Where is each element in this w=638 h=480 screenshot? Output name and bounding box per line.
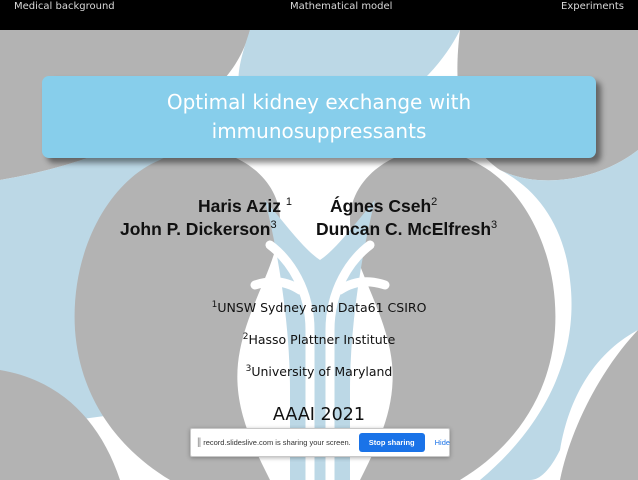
title-line-2: immunosuppressants — [211, 119, 427, 143]
presentation-title: Optimal kidney exchange with immunosuppr… — [149, 88, 489, 146]
title-box: Optimal kidney exchange with immunosuppr… — [42, 76, 596, 158]
stop-sharing-button[interactable]: Stop sharing — [358, 433, 425, 452]
author-john-dickerson: John P. Dickerson3 — [120, 219, 277, 239]
affiliation-1: 1UNSW Sydney and Data61 CSIRO — [211, 300, 427, 315]
drag-handle-icon[interactable]: || — [197, 437, 201, 448]
section-navbar: Medical background Mathematical model Ex… — [0, 0, 638, 30]
affiliation-3: 3University of Maryland — [245, 364, 393, 379]
screen-share-notification: || record.slideslive.com is sharing your… — [190, 428, 450, 457]
author-duncan-mcelfresh: Duncan C. McElfresh3 — [316, 219, 498, 239]
author-agnes-cseh: Ágnes Cseh2 — [330, 196, 438, 216]
author-haris-aziz: Haris Aziz 1 — [198, 196, 292, 216]
affiliation-2: 2Hasso Plattner Institute — [242, 332, 396, 347]
share-message: record.slideslive.com is sharing your sc… — [203, 438, 351, 447]
venue-label: AAAI 2021 — [272, 405, 366, 425]
nav-medical-background[interactable]: Medical background — [14, 1, 115, 12]
nav-experiments[interactable]: Experiments — [561, 1, 624, 12]
title-line-1: Optimal kidney exchange with — [166, 90, 472, 114]
nav-mathematical-model[interactable]: Mathematical model — [290, 1, 392, 12]
hide-button[interactable]: Hide — [435, 438, 450, 447]
